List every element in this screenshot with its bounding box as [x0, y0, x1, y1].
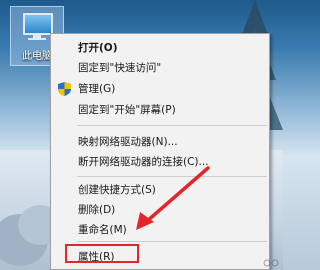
watermark-logo [263, 259, 279, 267]
red-arrow-annotation [136, 166, 210, 230]
